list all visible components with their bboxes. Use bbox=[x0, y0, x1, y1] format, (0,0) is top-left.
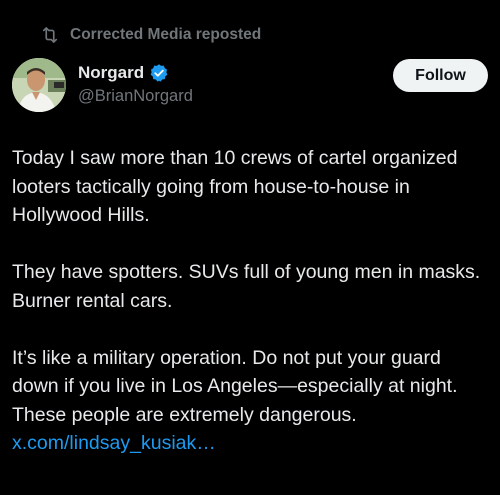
name-row: Norgard bbox=[78, 62, 193, 84]
avatar-photo bbox=[12, 58, 66, 112]
author-info: Norgard @BrianNorgard bbox=[78, 62, 193, 106]
avatar[interactable] bbox=[12, 58, 66, 112]
repost-icon bbox=[42, 27, 58, 43]
tweet-paragraph: Today I saw more than 10 crews of cartel… bbox=[12, 147, 458, 226]
display-name[interactable]: Norgard bbox=[78, 63, 144, 83]
verified-badge-icon bbox=[150, 64, 168, 82]
tweet-text: Today I saw more than 10 crews of cartel… bbox=[12, 144, 492, 458]
follow-button[interactable]: Follow bbox=[393, 59, 488, 92]
tweet-paragraph: It’s like a military operation. Do not p… bbox=[12, 344, 492, 458]
tweet-header: Norgard @BrianNorgard Follow bbox=[12, 58, 488, 114]
tweet-paragraph-text: It’s like a military operation. Do not p… bbox=[12, 346, 458, 426]
tweet-link[interactable]: x.com/lindsay_kusiak… bbox=[12, 432, 216, 454]
repost-label[interactable]: Corrected Media reposted bbox=[70, 26, 261, 44]
handle[interactable]: @BrianNorgard bbox=[78, 87, 193, 106]
tweet-paragraph: They have spotters. SUVs full of young m… bbox=[12, 261, 481, 312]
repost-context[interactable]: Corrected Media reposted bbox=[40, 24, 261, 46]
